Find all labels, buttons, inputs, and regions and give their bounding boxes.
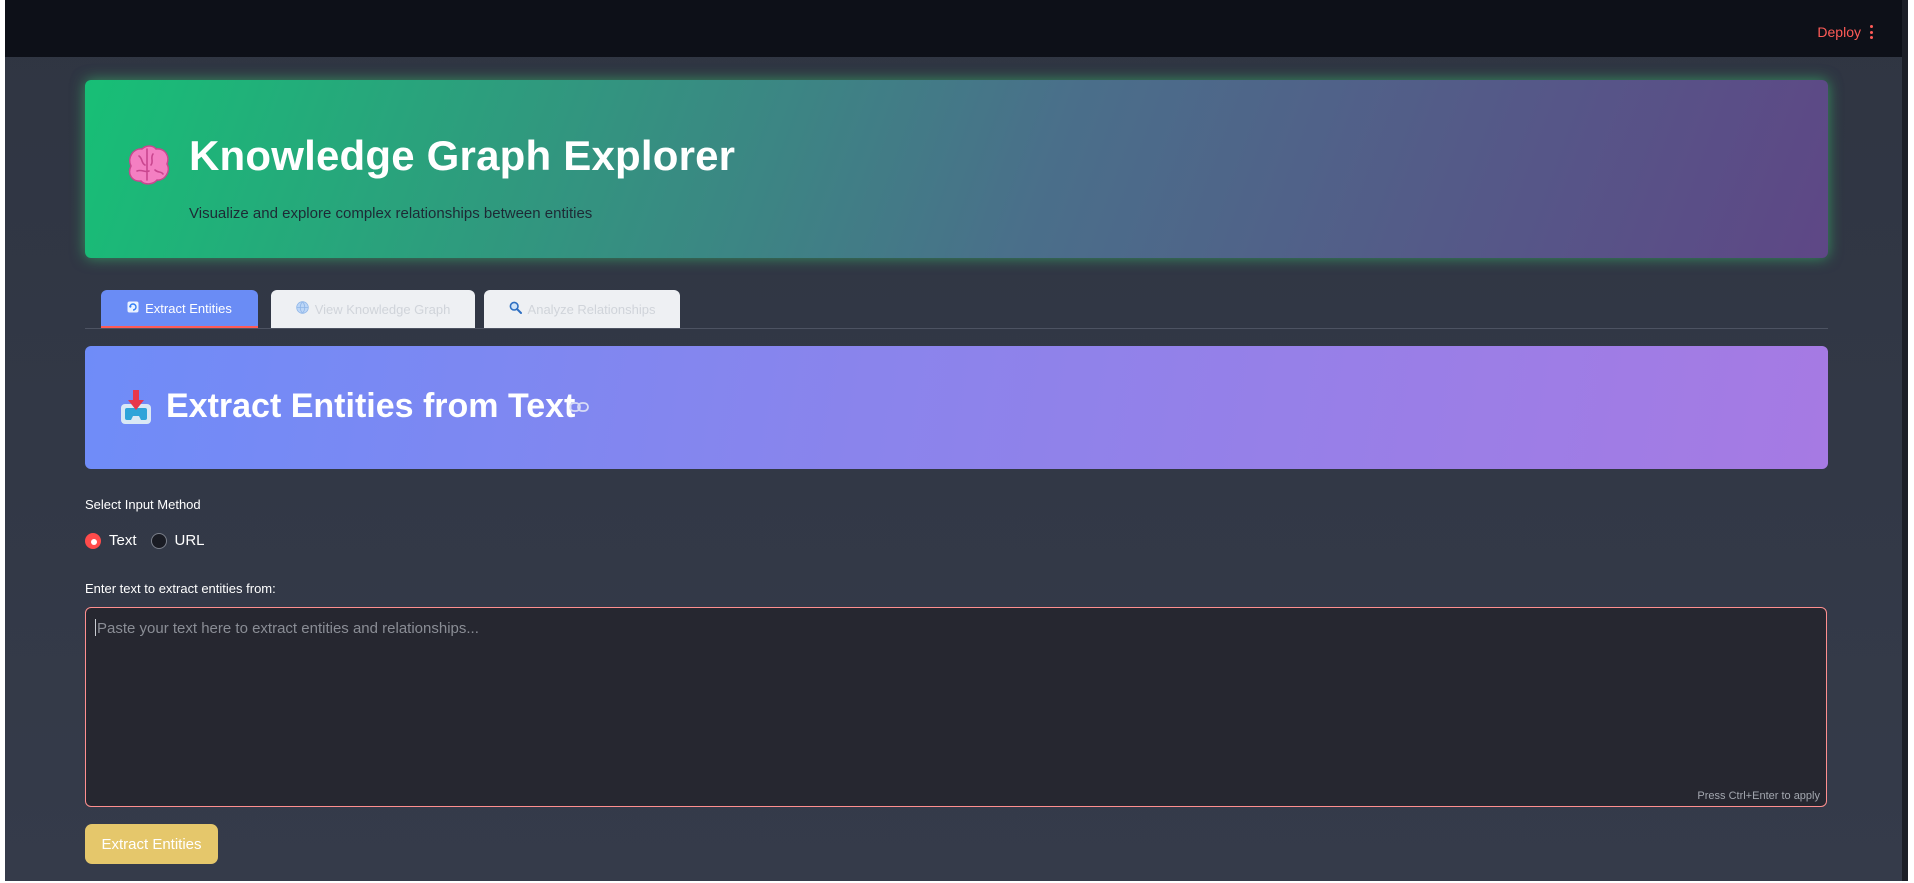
refresh-icon [127,301,139,316]
text-input-label: Enter text to extract entities from: [85,581,276,596]
textarea-placeholder: Paste your text here to extract entities… [97,620,479,637]
radio-label: Text [109,532,137,549]
inbox-tray-icon [121,390,151,424]
kebab-menu-icon[interactable] [1870,25,1874,39]
text-caret [95,619,96,636]
radio-option-url[interactable]: URL [150,532,205,549]
radio-option-text[interactable]: Text [85,532,137,549]
magnifier-icon [509,301,522,317]
radio-label: URL [174,532,205,549]
link-icon[interactable] [569,399,589,415]
app-root: Deploy Knowledge Graph Explorer Visualiz… [5,0,1908,881]
section-header: Extract Entities from Text [85,346,1828,469]
tab-label: Extract Entities [145,300,232,316]
apply-hint: Press Ctrl+Enter to apply [1697,790,1820,802]
extract-entities-button[interactable]: Extract Entities [85,824,218,864]
hero-banner: Knowledge Graph Explorer Visualize and e… [85,80,1828,258]
tab-divider [85,328,1828,329]
section-title: Extract Entities from Text [166,387,576,425]
tab-extract-entities[interactable]: Extract Entities [101,290,258,328]
page-title: Knowledge Graph Explorer [189,132,736,179]
globe-icon [295,301,309,317]
radio-selected-indicator [85,532,101,549]
page-subtitle: Visualize and explore complex relationsh… [189,205,593,222]
input-method-label: Select Input Method [85,497,201,512]
radio-indicator [150,532,167,549]
deploy-button[interactable]: Deploy [1817,24,1861,40]
tab-analyze-relationships[interactable]: Analyze Relationships [484,290,680,328]
window-edge [1902,0,1908,881]
tab-label: View Knowledge Graph [314,301,451,317]
tab-label: Analyze Relationships [527,301,656,317]
tab-view-knowledge-graph[interactable]: View Knowledge Graph [271,290,475,328]
top-bar: Deploy [5,0,1908,57]
brain-emoji-icon [128,145,169,185]
entity-text-input[interactable]: Paste your text here to extract entities… [85,607,1827,807]
input-method-radio-group: Text URL [85,532,205,549]
